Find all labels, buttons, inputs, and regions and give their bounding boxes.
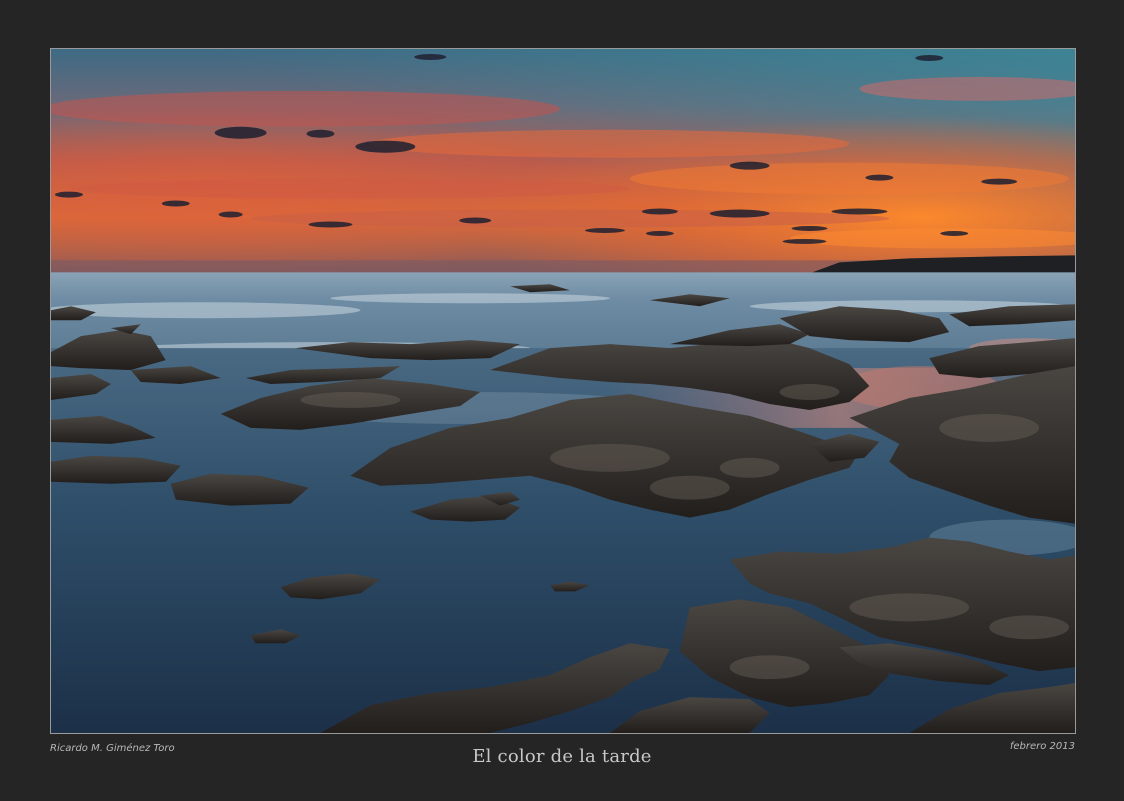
seascape-image xyxy=(51,49,1075,733)
sunset-seascape-photo xyxy=(50,48,1076,734)
photo-title: El color de la tarde xyxy=(472,746,652,767)
photo-frame: Ricardo M. Giménez Toro El color de la t… xyxy=(0,0,1124,801)
photo-date: febrero 2013 xyxy=(1009,741,1075,752)
